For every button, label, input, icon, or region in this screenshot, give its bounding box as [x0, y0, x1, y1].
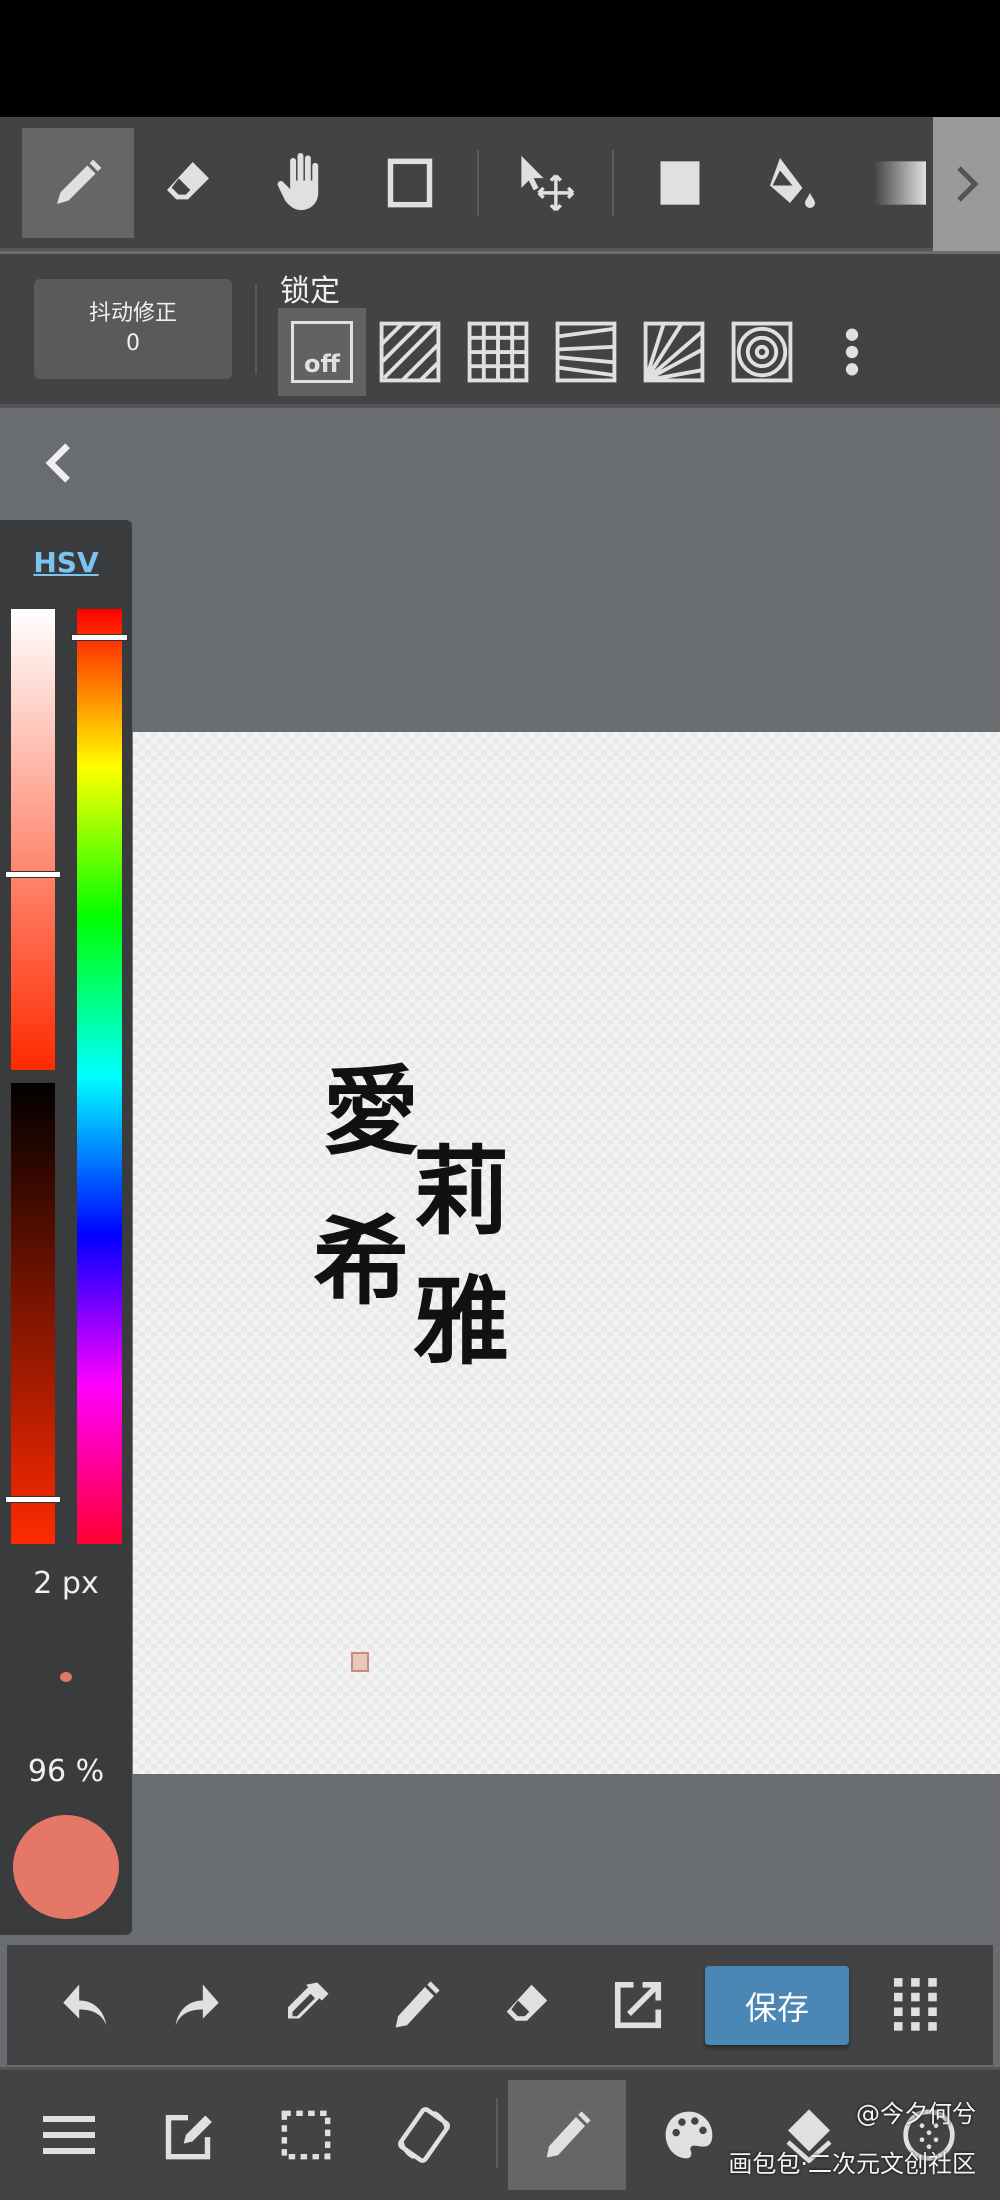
lock-perspective-button[interactable]	[542, 308, 630, 396]
chevron-right-icon	[956, 166, 979, 202]
save-button[interactable]: 保存	[705, 1966, 849, 2045]
eyedropper-button[interactable]	[266, 1967, 346, 2043]
menu-button[interactable]	[10, 2080, 128, 2190]
opacity-value[interactable]: 96 %	[0, 1754, 132, 1789]
open-external-icon	[614, 1981, 662, 2029]
edit-icon	[165, 2114, 212, 2160]
hue-slider[interactable]	[77, 609, 122, 1544]
saturation-handle[interactable]	[5, 871, 61, 878]
color-panel: HSV 2 px 96 %	[0, 520, 132, 1935]
more-actions-button[interactable]	[876, 1967, 956, 2043]
eraser-icon	[506, 1984, 548, 2021]
pen-tool-button[interactable]	[22, 128, 134, 238]
lock-concentric-button[interactable]	[718, 308, 806, 396]
move-tool-button[interactable]	[490, 128, 602, 238]
lock-radial-button[interactable]	[630, 308, 718, 396]
hand-icon	[277, 152, 319, 211]
value-handle[interactable]	[5, 1496, 61, 1503]
pencil-icon	[57, 159, 102, 204]
brush-button[interactable]	[508, 2080, 626, 2190]
tool-bar	[0, 117, 1000, 251]
menu-icon	[43, 2116, 95, 2154]
screen-rotation-icon	[398, 2107, 450, 2163]
eraser-button[interactable]	[487, 1967, 567, 2043]
calligraphy-artwork: 愛 莉 希 雅	[313, 1062, 543, 1672]
bottom-navigation	[0, 2067, 1000, 2200]
divider	[477, 150, 479, 216]
eraser-tool-button[interactable]	[132, 128, 244, 238]
value-slider[interactable]	[11, 1083, 55, 1544]
hue-handle[interactable]	[71, 634, 128, 641]
watermark-site: 画包包·二次元文创社区	[728, 2150, 976, 2178]
stabilizer-value: 0	[126, 331, 140, 356]
export-button[interactable]	[598, 1967, 678, 2043]
lock-off-label: off	[291, 321, 353, 383]
stabilizer-label: 抖动修正	[88, 301, 177, 326]
parallel-lines-icon	[379, 321, 441, 383]
divider	[612, 150, 614, 216]
rectangle-tool-button[interactable]	[354, 128, 466, 238]
rotate-canvas-button[interactable]	[365, 2080, 483, 2190]
selection-button[interactable]	[247, 2080, 365, 2190]
perspective-icon	[555, 321, 617, 383]
redo-button[interactable]	[156, 1967, 236, 2043]
collapse-panel-button[interactable]	[38, 440, 78, 486]
select-move-icon	[521, 155, 575, 212]
seal-stamp	[351, 1652, 369, 1672]
fill-rect-tool-button[interactable]	[624, 128, 736, 238]
saturation-slider[interactable]	[11, 609, 55, 1070]
status-bar	[0, 0, 1000, 117]
pencil-icon	[546, 2111, 591, 2158]
bucket-tool-button[interactable]	[734, 128, 846, 238]
watermark-author: @今夕何兮	[856, 2100, 976, 2128]
rectangle-icon	[387, 158, 433, 208]
pen-button[interactable]	[376, 1967, 456, 2043]
redo-icon	[175, 1984, 219, 2026]
hand-tool-button[interactable]	[244, 128, 356, 238]
color-mode-toggle[interactable]: HSV	[0, 546, 132, 579]
radial-lines-icon	[643, 321, 705, 383]
eraser-icon	[167, 162, 209, 200]
divider	[496, 2098, 498, 2168]
current-color-swatch[interactable]	[13, 1815, 119, 1919]
lock-more-button[interactable]	[808, 308, 896, 396]
eyedropper-icon	[288, 1982, 329, 2019]
pencil-icon	[395, 1981, 440, 2028]
drawing-canvas[interactable]: 愛 莉 希 雅	[133, 732, 1000, 1774]
brush-size-preview	[60, 1672, 72, 1682]
lock-parallel-button[interactable]	[366, 308, 454, 396]
undo-button[interactable]	[46, 1967, 126, 2043]
lock-off-button[interactable]: off	[278, 308, 366, 396]
gradient-icon	[874, 161, 926, 205]
grid-icon	[467, 321, 529, 383]
more-tools-button[interactable]	[933, 117, 1000, 251]
lock-label: 锁定	[280, 274, 340, 309]
marquee-select-icon	[281, 2110, 331, 2160]
divider	[255, 284, 257, 374]
lock-grid-button[interactable]	[454, 308, 542, 396]
chevron-left-icon	[45, 443, 70, 483]
palette-icon	[665, 2111, 713, 2159]
grid-dots-icon	[894, 1978, 937, 2031]
more-vertical-icon	[845, 328, 859, 376]
undo-icon	[63, 1984, 107, 2026]
filled-rectangle-icon	[660, 161, 700, 205]
action-bar: 保存	[7, 1945, 993, 2065]
brush-size-value[interactable]: 2 px	[0, 1566, 132, 1601]
edit-button[interactable]	[129, 2080, 247, 2190]
brush-options-bar: 抖动修正 0 锁定 off	[0, 254, 1000, 408]
concentric-circles-icon	[731, 321, 793, 383]
stabilizer-button[interactable]: 抖动修正 0	[34, 279, 232, 379]
paint-bucket-icon	[770, 158, 815, 208]
